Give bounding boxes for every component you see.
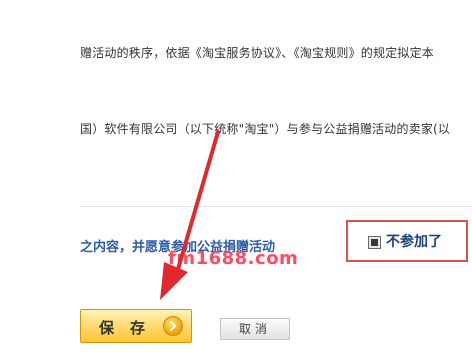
radio-selected-dot-icon <box>371 239 378 246</box>
section-divider <box>80 206 472 207</box>
watermark-text: fm1688.com <box>168 248 299 269</box>
save-button-label: 保存 <box>99 319 162 337</box>
arrow-right-icon <box>163 316 183 336</box>
agreement-text-line-2: 国）软件有限公司（以下统称"淘宝"）与参与公益捐赠活动的卖家(以 <box>80 122 451 136</box>
save-button[interactable]: 保存 <box>80 309 192 343</box>
opt-out-radio[interactable] <box>368 236 381 249</box>
agreement-text-line-1: 赠活动的秩序，依据《淘宝服务协议》、《淘宝规则》的规定拟定本 <box>80 46 435 60</box>
opt-out-label[interactable]: 不参加了 <box>386 231 442 251</box>
opt-out-option[interactable]: 不参加了 <box>346 220 468 262</box>
cancel-button[interactable]: 取消 <box>220 318 290 340</box>
highlight-glow <box>398 272 472 352</box>
